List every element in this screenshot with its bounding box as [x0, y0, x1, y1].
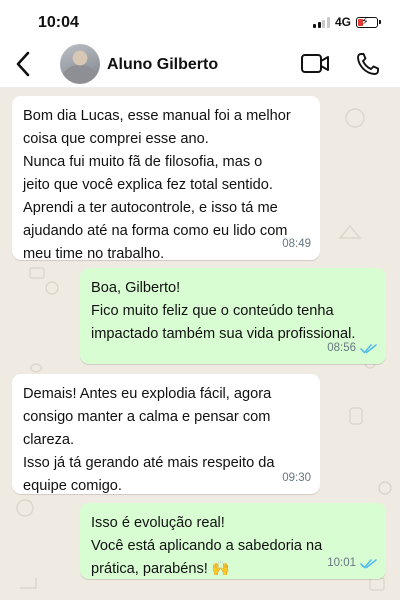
voice-call-button[interactable] — [355, 51, 381, 77]
chevron-left-icon — [16, 51, 30, 77]
message-outgoing[interactable]: Boa, Gilberto! Fico muito feliz que o co… — [80, 268, 386, 364]
message-time: 08:49 — [282, 238, 311, 250]
back-button[interactable] — [10, 49, 36, 79]
message-text: Bom dia Lucas, esse manual foi a melhor … — [23, 108, 291, 262]
chat-header: Aluno Gilberto — [0, 40, 400, 88]
signal-icon — [313, 16, 330, 28]
message-meta: 09:30 — [282, 467, 311, 490]
message-time: 09:30 — [282, 472, 311, 484]
status-indicators: 4G ⚡ — [313, 15, 381, 29]
phone-icon — [357, 53, 379, 75]
battery-icon: ⚡ — [356, 15, 381, 28]
message-incoming[interactable]: Demais! Antes eu explodia fácil, agora c… — [12, 374, 320, 494]
message-meta: 08:56 — [327, 337, 377, 360]
message-incoming[interactable]: Bom dia Lucas, esse manual foi a melhor … — [12, 96, 320, 262]
double-check-icon — [360, 344, 377, 354]
chat-area[interactable]: Bom dia Lucas, esse manual foi a melhor … — [0, 88, 400, 600]
status-bar: 10:04 4G ⚡ — [0, 0, 400, 40]
contact-name[interactable]: Aluno Gilberto — [107, 56, 218, 74]
message-meta: 10:01 — [327, 552, 377, 575]
video-camera-icon — [301, 54, 329, 73]
double-check-icon — [360, 559, 377, 569]
network-type: 4G — [334, 15, 351, 29]
message-text: Boa, Gilberto! Fico muito feliz que o co… — [91, 280, 356, 342]
message-time: 08:56 — [327, 342, 356, 354]
video-call-button[interactable] — [300, 52, 330, 76]
message-time: 10:01 — [327, 557, 356, 569]
charging-bolt-icon: ⚡ — [361, 15, 369, 28]
avatar[interactable] — [60, 44, 100, 84]
status-time: 10:04 — [38, 14, 79, 31]
message-outgoing[interactable]: Isso é evolução real! Você está aplicand… — [80, 503, 386, 579]
message-meta: 08:49 — [282, 233, 311, 256]
message-text: Demais! Antes eu explodia fácil, agora c… — [23, 386, 275, 494]
